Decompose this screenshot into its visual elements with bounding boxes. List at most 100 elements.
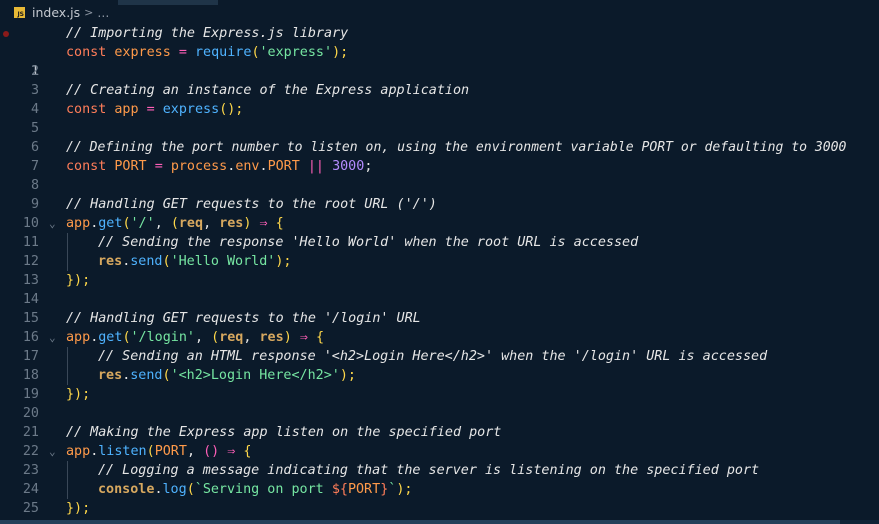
punctuation: , [243,330,252,345]
code-line[interactable]: 14 }); [0,271,879,307]
template-interpolation: ${ [331,482,348,497]
js-file-icon-label: JS [17,10,24,18]
punctuation: ) [243,216,252,231]
chevron-down-icon[interactable]: ⌄ [49,442,56,461]
arrow-operator: ⇒ [259,216,268,231]
parameter: req [178,216,204,231]
punctuation: ) [283,330,292,345]
variable: PORT [347,482,381,497]
punctuation: ( [146,444,155,459]
comment: // Sending the response 'Hello World' wh… [98,235,639,250]
punctuation: ( [122,330,131,345]
comment: // Defining the port number to listen on… [66,140,847,155]
comment: // Creating an instance of the Express a… [66,83,470,98]
keyword: const [66,159,107,174]
function-name: get [98,330,123,345]
function-name: send [130,254,163,269]
code-line[interactable]: 19 res.send('<h2>Login Here</h2>'); [0,366,879,402]
code-line[interactable]: 6 [0,119,879,155]
keyword: const [66,102,107,117]
variable: PORT [114,159,147,174]
code-line[interactable]: 17 ⌄ app.get('/login', (req, res) ⇒ { [0,328,879,364]
code-line[interactable]: 8 const PORT = process.env.PORT || 3000; [0,157,879,193]
variable: app [66,216,91,231]
variable: console [98,482,155,497]
breadcrumb-file[interactable]: index.js [32,5,80,20]
parameter: res [219,216,244,231]
code-line[interactable]: 16 // Handling GET requests to the '/log… [0,309,879,345]
comment: // Sending an HTML response '<h2>Login H… [98,349,768,364]
code-line[interactable]: 18 // Sending an HTML response '<h2>Logi… [0,347,879,383]
string: '/login' [130,330,196,345]
number: 3000 [332,159,365,174]
variable: app [66,330,91,345]
variable: res [98,254,123,269]
operator: = [178,45,187,60]
string: 'express' [259,45,333,60]
code-area[interactable]: 1 // Importing the Express.js library 2 … [0,24,879,524]
breakpoint-icon[interactable] [3,31,9,37]
code-line[interactable]: 21 [0,404,879,440]
punctuation: { [315,330,324,345]
comment: // Making the Express app listen on the … [66,425,502,440]
punctuation: (); [219,102,244,117]
chevron-down-icon[interactable]: ⌄ [49,214,56,233]
punctuation: }); [66,501,91,516]
arrow-operator: ⇒ [227,444,236,459]
string: '/' [130,216,155,231]
variable: express [114,45,171,60]
punctuation: ; [364,159,373,174]
function-name: send [130,368,163,383]
horizontal-scrollbar[interactable] [0,520,879,524]
scroll-indicator [118,0,218,5]
code-line[interactable]: 26 }); [0,499,879,524]
code-line[interactable]: 2 const express = require('express'); [0,43,879,79]
code-editor[interactable]: JS index.js > ... 1 // Importing the Exp… [0,0,879,524]
code-line[interactable]: 9 [0,176,879,212]
punctuation: ( [186,482,195,497]
template-string: ` [194,482,203,497]
punctuation: , [186,444,195,459]
parameter: req [219,330,244,345]
variable: app [66,444,91,459]
comment: // Importing the Express.js library [66,26,349,41]
code-line[interactable]: 7 // Defining the port number to listen … [0,138,879,174]
code-line[interactable]: 1 // Importing the Express.js library [0,24,879,79]
breadcrumb-more[interactable]: ... [97,5,109,20]
code-line[interactable]: 22 // Making the Express app listen on t… [0,423,879,459]
scrollbar-thumb[interactable] [0,520,840,524]
punctuation: ( [251,45,260,60]
keyword: const [66,45,107,60]
code-line[interactable]: 24 // Logging a message indicating that … [0,461,879,497]
punctuation: }); [66,273,91,288]
code-line[interactable]: 23 ⌄ app.listen(PORT, () ⇒ { [0,442,879,478]
code-line[interactable]: 4 // Creating an instance of the Express… [0,81,879,117]
punctuation: }); [66,387,91,402]
operator: = [154,159,163,174]
operator: = [146,102,155,117]
punctuation: . [259,159,268,174]
arrow-operator: ⇒ [299,330,308,345]
code-line[interactable]: 11 ⌄ app.get('/', (req, res) ⇒ { [0,214,879,250]
code-line[interactable]: 15 [0,290,879,326]
code-line[interactable]: 25 console.log(`Serving on port ${PORT}`… [0,480,879,516]
punctuation: { [275,216,284,231]
function-name: get [98,216,123,231]
code-line[interactable]: 3 [0,62,879,98]
punctuation: . [154,482,163,497]
code-line[interactable]: 13 res.send('Hello World'); [0,252,879,288]
js-file-icon: JS [14,6,25,18]
code-line[interactable]: 10 // Handling GET requests to the root … [0,195,879,231]
comment: // Handling GET requests to the '/login'… [66,311,421,326]
punctuation: ); [332,45,349,60]
code-line[interactable]: 20 }); [0,385,879,421]
punctuation: ); [275,254,292,269]
code-line[interactable]: 5 const app = express(); [0,100,879,136]
punctuation: , [154,216,163,231]
function-name: require [195,45,252,60]
punctuation: ( [162,368,171,383]
code-line[interactable]: 12 // Sending the response 'Hello World'… [0,233,879,269]
function-name: listen [98,444,147,459]
chevron-down-icon[interactable]: ⌄ [49,328,56,347]
template-string: Serving on port [202,482,332,497]
